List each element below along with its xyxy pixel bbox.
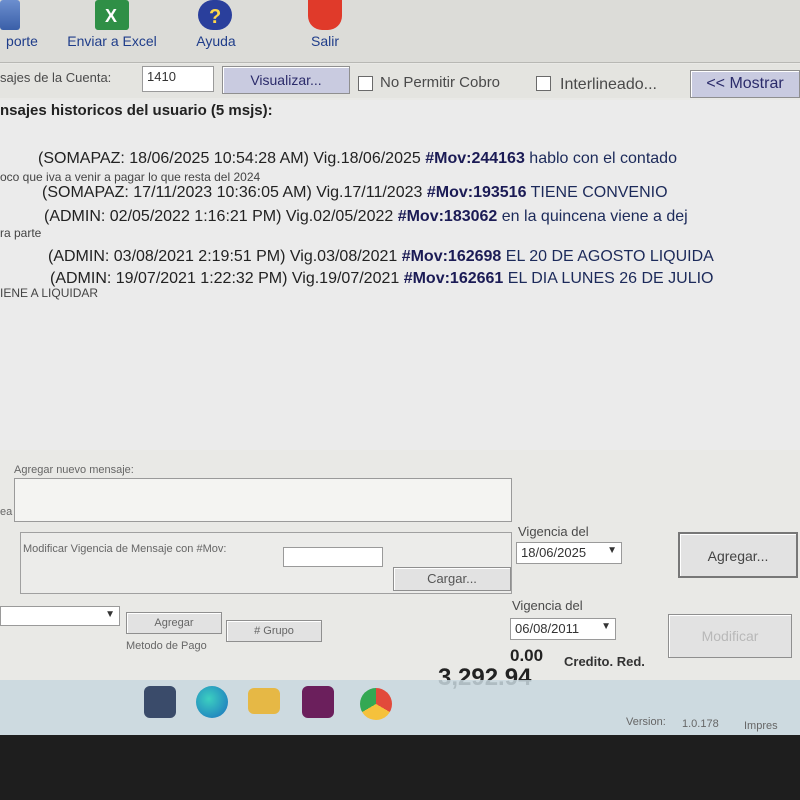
message-mov: #Mov:183062 bbox=[397, 208, 498, 225]
new-validity-value: 18/06/2025 bbox=[521, 545, 587, 560]
chevron-down-icon: ▼ bbox=[607, 545, 617, 556]
help-label: Ayuda bbox=[196, 33, 236, 49]
folder-icon[interactable] bbox=[248, 688, 280, 714]
modify-validity-value: 06/08/2011 bbox=[515, 621, 580, 636]
help-button[interactable]: ? Ayuda bbox=[188, 0, 244, 60]
new-validity-label: Vigencia del bbox=[518, 524, 589, 539]
message-header: (ADMIN: 03/08/2021 2:19:51 PM) Vig.03/08… bbox=[48, 248, 402, 265]
exit-label: Salir bbox=[310, 33, 339, 49]
message-history-panel: nsajes historicos del usuario (5 msjs): … bbox=[0, 100, 800, 450]
message-header: (ADMIN: 02/05/2022 1:16:21 PM) Vig.02/05… bbox=[44, 208, 398, 225]
chrome-icon[interactable] bbox=[360, 688, 392, 720]
message-text: en la quincena viene a dej bbox=[497, 208, 688, 225]
no-charge-checkbox[interactable] bbox=[358, 76, 373, 91]
spacing-label: Interlineado... bbox=[560, 76, 657, 93]
message-header: (ADMIN: 19/07/2021 1:22:32 PM) Vig.19/07… bbox=[50, 270, 404, 287]
chevron-down-icon: ▼ bbox=[105, 609, 115, 620]
report-icon bbox=[0, 0, 20, 30]
modify-validity-label: Vigencia del bbox=[512, 598, 583, 613]
svg-text:?: ? bbox=[209, 6, 221, 28]
toolbar: porte X Enviar a Excel ? Ayuda Salir bbox=[0, 0, 800, 63]
excel-label: Enviar a Excel bbox=[67, 33, 157, 49]
payment-method-label: Metodo de Pago bbox=[126, 640, 207, 652]
monitor-bezel bbox=[0, 735, 800, 800]
account-messages-label: sajes de la Cuenta: bbox=[0, 70, 112, 85]
message-header: (SOMAPAZ: 17/11/2023 10:36:05 AM) Vig.17… bbox=[42, 184, 427, 201]
message-mov: #Mov:162661 bbox=[403, 270, 504, 287]
credit-value: 0.00 bbox=[510, 646, 544, 665]
exit-button[interactable]: Salir bbox=[300, 0, 350, 60]
message-row: (ADMIN: 02/05/2022 1:16:21 PM) Vig.02/05… bbox=[44, 208, 688, 226]
mov-input[interactable] bbox=[283, 547, 383, 567]
message-text: EL 20 DE AGOSTO LIQUIDA bbox=[501, 248, 714, 265]
message-mov: #Mov:162698 bbox=[401, 248, 502, 265]
message-note: IENE A LIQUIDAR bbox=[0, 286, 99, 300]
modify-panel: Modificar Vigencia de Mensaje con #Mov: … bbox=[20, 532, 512, 594]
message-note: ra parte bbox=[0, 226, 42, 240]
message-text: EL DIA LUNES 26 DE JULIO bbox=[503, 270, 714, 287]
account-row: sajes de la Cuenta: 1410 Visualizar... N… bbox=[0, 64, 800, 98]
new-message-input[interactable] bbox=[14, 478, 512, 522]
payment-select[interactable]: ▼ bbox=[0, 606, 120, 626]
version-value: 1.0.178 bbox=[682, 718, 719, 730]
message-row: (SOMAPAZ: 18/06/2025 10:54:28 AM) Vig.18… bbox=[38, 150, 677, 168]
message-mov: #Mov:193516 bbox=[426, 184, 527, 201]
chevron-down-icon: ▼ bbox=[601, 621, 611, 632]
new-message-label: Agregar nuevo mensaje: bbox=[14, 464, 134, 476]
report-button[interactable]: porte bbox=[0, 0, 44, 60]
credit-label: Credito. Red. bbox=[564, 654, 645, 669]
show-button[interactable]: << Mostrar bbox=[690, 70, 800, 98]
modify-label: Modificar Vigencia de Mensaje con #Mov: bbox=[23, 543, 227, 555]
message-mov: #Mov:244163 bbox=[425, 150, 525, 167]
exit-icon bbox=[308, 0, 342, 30]
app-window: porte X Enviar a Excel ? Ayuda Salir saj… bbox=[0, 0, 800, 735]
version-label: Version: bbox=[626, 716, 666, 728]
export-excel-button[interactable]: X Enviar a Excel bbox=[62, 0, 162, 60]
report-label: porte bbox=[6, 33, 38, 49]
message-text: TIENE CONVENIO bbox=[526, 184, 668, 201]
new-validity-date[interactable]: 18/06/2025 ▼ bbox=[516, 542, 622, 564]
view-button[interactable]: Visualizar... bbox=[222, 66, 350, 94]
history-title: nsajes historicos del usuario (5 msjs): bbox=[0, 102, 273, 119]
message-row: (SOMAPAZ: 17/11/2023 10:36:05 AM) Vig.17… bbox=[42, 184, 668, 202]
payment-add-button[interactable]: Agregar bbox=[126, 612, 222, 634]
modify-button[interactable]: Modificar bbox=[668, 614, 792, 658]
task-view-icon[interactable] bbox=[144, 686, 176, 718]
group-button[interactable]: # Grupo bbox=[226, 620, 322, 642]
print-label: Impres bbox=[744, 720, 778, 732]
excel-icon: X bbox=[95, 0, 129, 30]
new-message-side-label: ea bbox=[0, 506, 13, 518]
message-header: (SOMAPAZ: 18/06/2025 10:54:28 AM) Vig.18… bbox=[38, 150, 426, 167]
message-row: (ADMIN: 03/08/2021 2:19:51 PM) Vig.03/08… bbox=[48, 248, 714, 266]
message-text: hablo con el contado bbox=[524, 150, 677, 167]
edge-icon[interactable] bbox=[196, 686, 228, 718]
add-message-button[interactable]: Agregar... bbox=[678, 532, 798, 578]
taskbar: Version: 1.0.178 Impres bbox=[0, 680, 800, 735]
svg-text:X: X bbox=[105, 6, 117, 26]
load-button[interactable]: Cargar... bbox=[393, 567, 511, 591]
modify-validity-date[interactable]: 06/08/2011 ▼ bbox=[510, 618, 616, 640]
no-charge-label: No Permitir Cobro bbox=[380, 74, 501, 91]
spacing-checkbox[interactable] bbox=[536, 76, 551, 91]
account-input[interactable]: 1410 bbox=[142, 66, 214, 92]
help-icon: ? bbox=[198, 0, 232, 30]
app-icon[interactable] bbox=[302, 686, 334, 718]
message-note: oco que iva a venir a pagar lo que resta… bbox=[0, 170, 261, 184]
message-row: (ADMIN: 19/07/2021 1:22:32 PM) Vig.19/07… bbox=[50, 270, 713, 288]
